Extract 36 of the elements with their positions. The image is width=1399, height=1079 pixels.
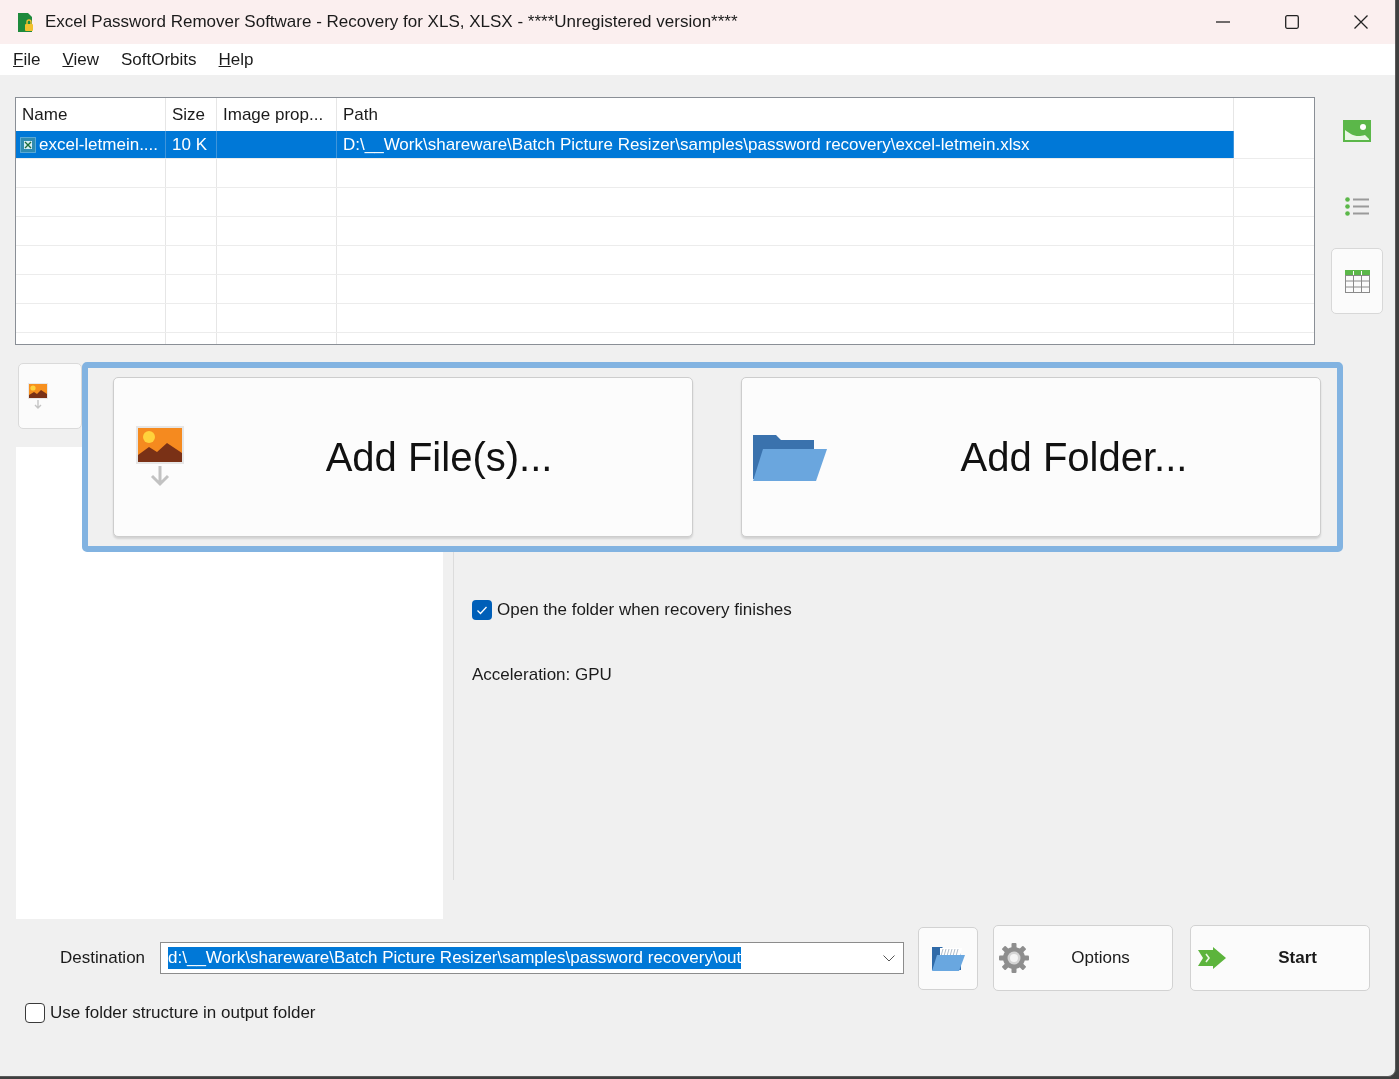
menu-item[interactable]: SoftOrbits: [109, 46, 208, 73]
start-button[interactable]: Start: [1190, 925, 1371, 991]
acceleration-label: Acceleration: GPU: [472, 665, 612, 684]
table-view-button[interactable]: [1331, 248, 1383, 314]
checkbox-label: Use folder structure in output folder: [50, 1003, 316, 1023]
picture-icon: [1343, 120, 1371, 142]
browse-button[interactable]: [918, 926, 979, 990]
dropdown-caret-icon[interactable]: [883, 954, 896, 962]
folder-icon: [752, 432, 828, 482]
table-icon: [1344, 269, 1370, 293]
picture-arrow-icon: [136, 426, 186, 488]
app-icon: [18, 12, 33, 32]
checkbox[interactable]: [25, 1003, 45, 1023]
table-cell: 10 K: [166, 131, 217, 158]
checkbox[interactable]: [472, 600, 492, 620]
checkbox-label: Open the folder when recovery finishes: [497, 600, 792, 620]
options-button[interactable]: Options: [993, 925, 1174, 991]
menu-item[interactable]: Help: [207, 46, 265, 73]
destination-field[interactable]: d:\__Work\shareware\Batch Picture Resizer\samples\password recovery\out: [160, 942, 905, 974]
file-row[interactable]: excel-letmein.... 10 K D:\__Work\shareware\Batch Picture Resizer\samples\password recovery\excel-letmein.xlsx: [16, 131, 1234, 158]
side-tab[interactable]: [18, 363, 82, 429]
gear-icon: [999, 943, 1030, 973]
arrow-icon: [1198, 947, 1227, 969]
list-icon: [1345, 196, 1369, 216]
table-cell: excel-letmein....: [39, 134, 159, 155]
picture-arrow-icon: [28, 382, 48, 410]
table-cell: D:\__Work\shareware\Batch Picture Resizer\samples\password recovery\excel-letmein.xlsx: [337, 131, 1234, 158]
file-thumbnail-icon: [20, 136, 36, 153]
menu-item[interactable]: File: [2, 46, 52, 73]
add-files-button[interactable]: Add File(s)...: [113, 377, 693, 537]
window-title: Excel Password Remover Software - Recovery for XLS, XLSX - ****Unregistered version****: [45, 12, 738, 32]
add-folder-button[interactable]: Add Folder...: [741, 377, 1321, 537]
destination-label: Destination: [60, 948, 146, 968]
close-icon[interactable]: [1354, 15, 1368, 29]
menu-item[interactable]: View: [51, 46, 110, 73]
maximize-icon[interactable]: [1285, 15, 1299, 29]
